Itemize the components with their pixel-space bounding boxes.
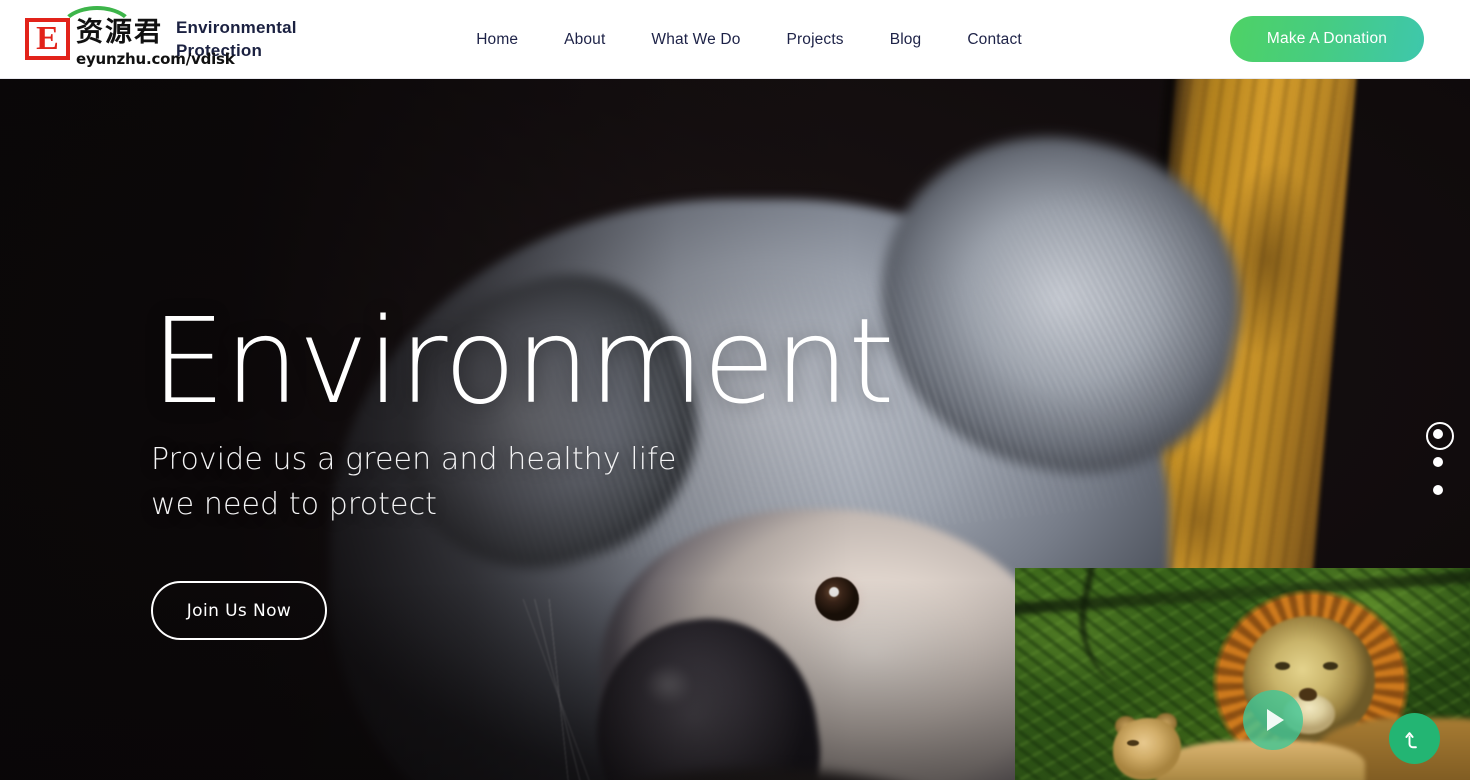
lion-cub-eye	[1127, 740, 1139, 746]
lion-nose	[1299, 688, 1317, 701]
slider-dot-3[interactable]	[1433, 485, 1443, 495]
slider-dot-2[interactable]	[1433, 457, 1443, 467]
play-icon	[1267, 709, 1284, 731]
hero-title: Environment	[151, 292, 894, 430]
nav-item-blog[interactable]: Blog	[867, 31, 945, 49]
site-header: Environmental Protection Home About What…	[0, 0, 1470, 79]
hero-content: Environment Provide us a green and healt…	[151, 79, 894, 640]
nav-item-about[interactable]: About	[541, 31, 628, 49]
nav-item-projects[interactable]: Projects	[764, 31, 867, 49]
lion-left-eye	[1275, 662, 1290, 670]
nav-item-what-we-do[interactable]: What We Do	[628, 31, 763, 49]
slider-dot-1[interactable]	[1426, 422, 1454, 450]
join-us-now-button[interactable]: Join Us Now	[151, 581, 327, 640]
scroll-to-top-arrow-icon	[1404, 731, 1417, 748]
nav-item-home[interactable]: Home	[453, 31, 541, 49]
play-video-button[interactable]	[1243, 690, 1303, 750]
lion-right-eye	[1323, 662, 1338, 670]
slider-dots	[1426, 422, 1454, 495]
scroll-to-top-button[interactable]	[1389, 713, 1440, 764]
hero-subtitle: Provide us a green and healthy life we n…	[151, 442, 677, 522]
make-a-donation-button[interactable]: Make A Donation	[1230, 16, 1424, 62]
nav-item-contact[interactable]: Contact	[944, 31, 1044, 49]
